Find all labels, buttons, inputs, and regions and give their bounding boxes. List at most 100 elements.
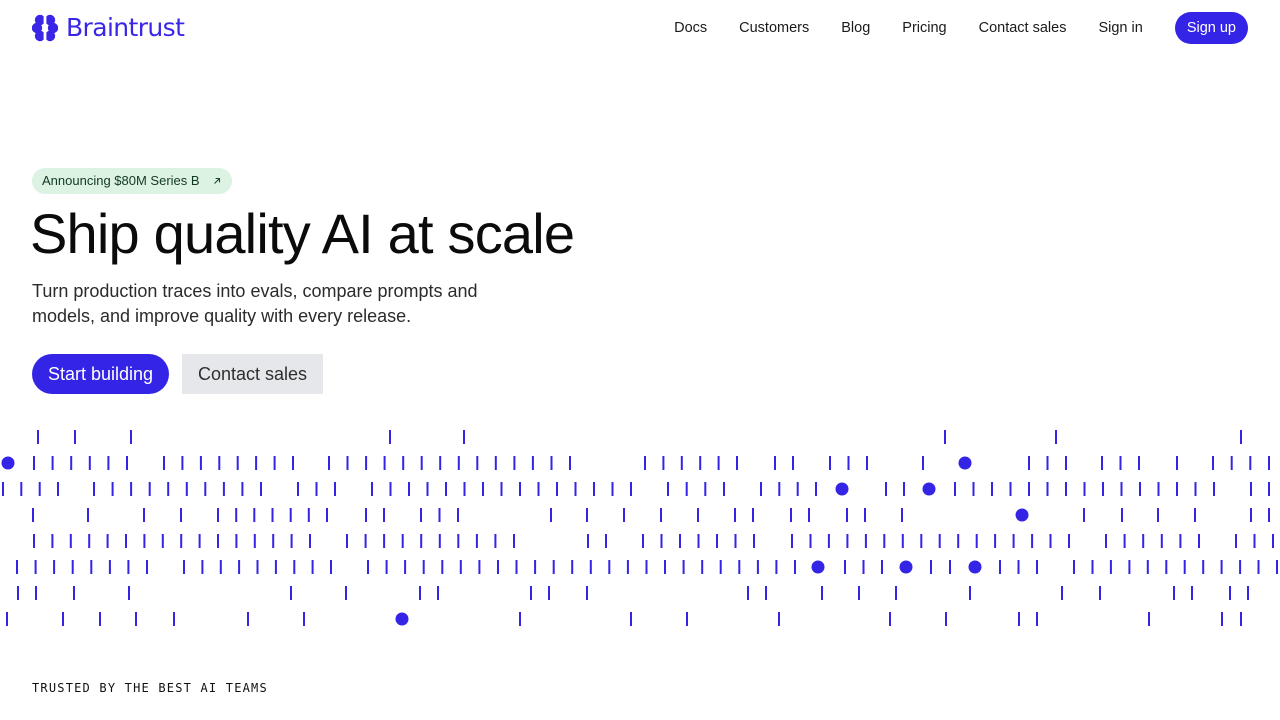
trace-tick xyxy=(292,456,294,470)
contact-sales-button[interactable]: Contact sales xyxy=(182,354,324,394)
trace-tick xyxy=(419,586,421,600)
trace-tick xyxy=(513,456,516,470)
trace-tick xyxy=(238,560,241,574)
trace-tick xyxy=(2,482,4,496)
trace-tick xyxy=(130,482,133,496)
trace-tick xyxy=(107,456,110,470)
brand-name: Braintrust xyxy=(66,13,185,42)
trace-tick xyxy=(125,534,127,548)
trace-tick xyxy=(550,456,553,470)
trace-tick xyxy=(808,508,810,522)
trace-tick xyxy=(954,482,956,496)
trace-tick xyxy=(586,586,588,600)
trace-tick xyxy=(88,456,91,470)
trace-tick xyxy=(33,456,35,470)
trace-tick xyxy=(519,482,521,496)
trace-dot xyxy=(1015,508,1029,522)
trace-tick xyxy=(241,482,244,496)
trace-tick xyxy=(307,508,310,522)
trace-tick xyxy=(127,560,130,574)
trace-tick xyxy=(74,430,76,444)
nav-link-pricing[interactable]: Pricing xyxy=(902,12,946,44)
trace-tick xyxy=(272,534,275,548)
trace-tick xyxy=(219,560,222,574)
trace-tick xyxy=(1240,612,1242,626)
braintrust-logo-icon xyxy=(32,14,58,42)
announcement-badge[interactable]: Announcing $80M Series B xyxy=(32,168,232,194)
trace-tick xyxy=(260,482,262,496)
trace-tick xyxy=(901,508,903,522)
trace-tick xyxy=(420,534,423,548)
trace-tick xyxy=(383,508,385,522)
trace-tick xyxy=(441,560,444,574)
trace-tick xyxy=(99,612,101,626)
trace-tick xyxy=(32,508,34,522)
trace-tick xyxy=(895,586,897,600)
trace-tick xyxy=(334,482,336,496)
trace-tick xyxy=(1157,482,1160,496)
trace-tick xyxy=(660,534,663,548)
nav-link-customers[interactable]: Customers xyxy=(739,12,809,44)
trace-tick xyxy=(571,560,574,574)
trace-tick xyxy=(57,482,59,496)
trace-tick xyxy=(949,560,951,574)
trace-tick xyxy=(537,482,540,496)
trace-tick xyxy=(62,612,64,626)
nav-link-docs[interactable]: Docs xyxy=(674,12,707,44)
trace-tick xyxy=(550,508,552,522)
trace-tick xyxy=(1083,482,1086,496)
trace-dot xyxy=(395,612,409,626)
trace-tick xyxy=(679,534,681,548)
trace-tick xyxy=(608,560,611,574)
trace-tick xyxy=(70,456,73,470)
trace-tick xyxy=(1009,482,1012,496)
trace-tick xyxy=(1183,560,1186,574)
trace-tick xyxy=(1142,534,1145,548)
trace-tick xyxy=(1148,612,1150,626)
trace-tick xyxy=(130,430,132,444)
trace-tick xyxy=(1128,560,1131,574)
trace-tick xyxy=(699,456,702,470)
nav-link-blog[interactable]: Blog xyxy=(841,12,870,44)
trace-tick xyxy=(846,508,848,522)
trace-tick xyxy=(457,534,460,548)
trace-tick xyxy=(1109,560,1112,574)
trace-tick xyxy=(478,560,481,574)
trace-tick xyxy=(1221,612,1223,626)
trace-tick xyxy=(922,456,924,470)
trace-tick xyxy=(16,560,18,574)
trace-tick xyxy=(611,482,614,496)
trace-dot xyxy=(922,482,936,496)
trace-tick xyxy=(589,560,592,574)
nav-link-contact-sales[interactable]: Contact sales xyxy=(979,12,1067,44)
trace-tick xyxy=(404,560,407,574)
arrow-up-right-icon xyxy=(213,177,220,184)
trace-tick xyxy=(881,560,883,574)
trace-tick xyxy=(662,456,665,470)
trace-tick xyxy=(143,534,146,548)
trace-tick xyxy=(623,508,625,522)
trace-tick xyxy=(844,560,846,574)
trace-tick xyxy=(494,456,497,470)
trace-tick xyxy=(548,586,550,600)
trace-dot xyxy=(1,456,15,470)
trace-tick xyxy=(217,534,219,548)
trace-tick xyxy=(236,456,239,470)
trace-tick xyxy=(402,456,405,470)
trace-tick xyxy=(20,482,23,496)
trace-tick xyxy=(574,482,577,496)
sign-in-link[interactable]: Sign in xyxy=(1098,12,1142,44)
trace-tick xyxy=(1202,560,1205,574)
trace-tick xyxy=(794,560,796,574)
start-building-button[interactable]: Start building xyxy=(32,354,170,394)
trace-tick xyxy=(736,456,738,470)
trace-tick xyxy=(938,534,941,548)
trace-tick xyxy=(747,586,749,600)
brand-logo[interactable]: Braintrust xyxy=(32,13,185,42)
sign-up-button[interactable]: Sign up xyxy=(1174,12,1248,44)
trace-tick xyxy=(173,612,175,626)
trace-tick xyxy=(765,586,767,600)
trace-tick xyxy=(999,560,1001,574)
trace-tick xyxy=(796,482,799,496)
trace-tick xyxy=(534,560,537,574)
